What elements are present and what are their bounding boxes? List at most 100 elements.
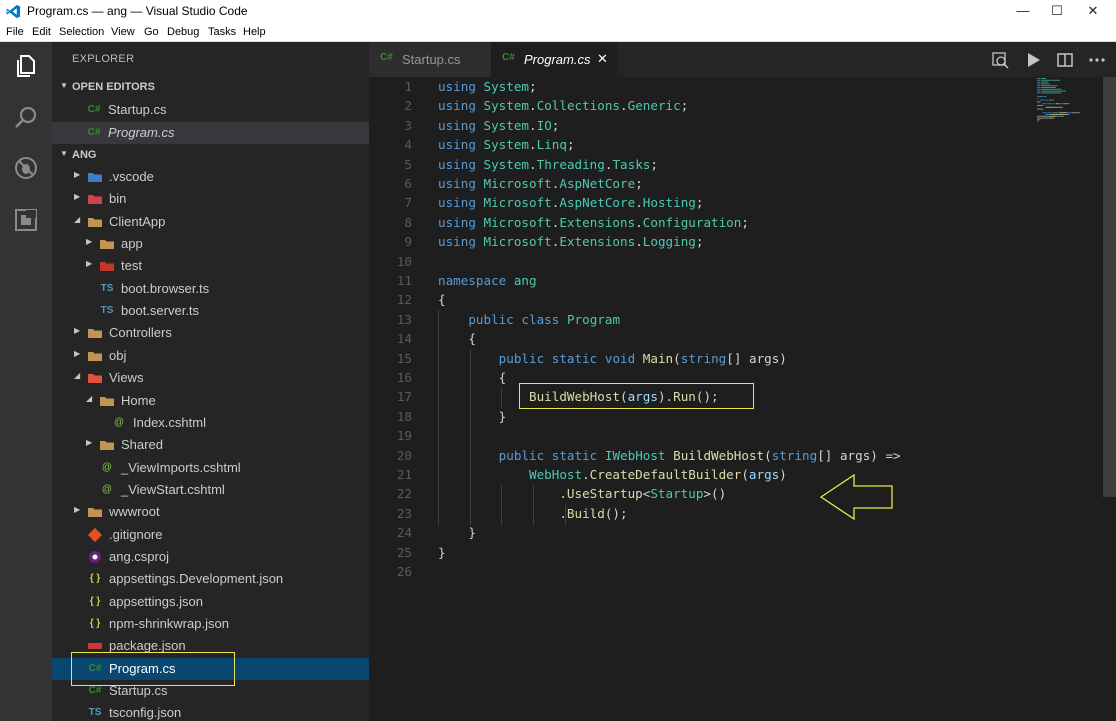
tree-item[interactable]: .gitignore (52, 524, 369, 546)
csharp-icon: C# (87, 127, 101, 138)
minimap-line (1060, 92, 1062, 94)
tree-item[interactable]: ▶ .vscode (52, 166, 369, 188)
menu-go[interactable]: Go (144, 26, 159, 38)
menu-help[interactable]: Help (243, 26, 266, 38)
files-explorer-icon[interactable] (12, 52, 40, 80)
minimap-line (1045, 79, 1047, 81)
tree-item[interactable]: { } appsettings.Development.json (52, 568, 369, 590)
minimap-line (1047, 103, 1052, 105)
code-token: class (521, 311, 560, 327)
tree-item[interactable]: @ _ViewImports.cshtml (52, 457, 369, 479)
tree-item-label: ang.csproj (109, 548, 169, 564)
open-editor-item[interactable]: C# Startup.cs (52, 99, 369, 121)
minimap-line (1060, 106, 1063, 108)
minimap-line (1065, 90, 1066, 92)
json-icon: { } (89, 573, 101, 585)
tab-program[interactable]: C# Program.cs ✕ (491, 42, 617, 77)
tree-item[interactable]: ▶ app (52, 233, 369, 255)
tree-item[interactable]: ◢ ClientApp (52, 211, 369, 233)
close-window-button[interactable]: ✕ (1070, 0, 1116, 23)
extensions-icon[interactable] (12, 206, 40, 234)
razor-icon: @ (101, 461, 113, 473)
open-editor-label: Program.cs (108, 125, 175, 140)
open-editors-header[interactable]: ▼ OPEN EDITORS (52, 76, 369, 98)
minimap-line (1047, 81, 1049, 83)
tree-item[interactable]: ◢ Views (52, 367, 369, 389)
code-token: Extensions (559, 234, 636, 250)
tree-item[interactable]: TS tsconfig.json (52, 702, 369, 721)
menu-edit[interactable]: Edit (32, 26, 51, 38)
code-token: BuildWebHost (673, 447, 765, 463)
minimap-line (1052, 85, 1054, 87)
run-icon[interactable] (1023, 50, 1043, 70)
annotation-highlight-box (519, 383, 754, 409)
chevron-right-icon: ▶ (74, 348, 81, 358)
minimap-line (1037, 117, 1049, 119)
minimap-line (1065, 114, 1069, 115)
tree-item[interactable]: ▶ obj (52, 345, 369, 367)
line-number: 3 (404, 117, 412, 133)
minimap-line (1072, 112, 1080, 114)
tree-item[interactable]: TS boot.server.ts (52, 300, 369, 322)
code-line: public static void Main(string[] args) (438, 349, 787, 368)
code-line: using Microsoft.Extensions.Configuration… (438, 213, 749, 232)
annotation-arrow-left-icon (819, 473, 893, 521)
tree-item[interactable]: @ Index.cshtml (52, 412, 369, 434)
menu-selection[interactable]: Selection (59, 26, 104, 38)
minimap-line (1037, 78, 1041, 79)
code-token: ; (695, 195, 704, 211)
tree-item[interactable]: ▶ test (52, 255, 369, 277)
close-icon[interactable]: ✕ (597, 51, 608, 67)
chevron-right-icon: ▶ (74, 326, 81, 336)
tree-item[interactable]: ▶ wwwroot (52, 501, 369, 523)
minimap-line (1037, 108, 1044, 110)
tree-item[interactable]: ▶ Controllers (52, 322, 369, 344)
tree-item-label: Index.cshtml (133, 414, 206, 430)
minimap-line (1037, 88, 1041, 90)
tree-item[interactable]: ◢ Home (52, 390, 369, 412)
test-folder-icon (99, 258, 115, 274)
split-editor-icon[interactable] (1055, 50, 1075, 70)
code-token: . (529, 117, 537, 133)
window-title: Program.cs — ang — Visual Studio Code (27, 4, 248, 18)
code-line: using Microsoft.Extensions.Logging; (438, 232, 703, 251)
tab-startup[interactable]: C# Startup.cs (369, 42, 491, 77)
code-token: Tasks (612, 156, 651, 172)
minimap-line (1055, 103, 1059, 105)
explorer-sidebar: EXPLORER ▼ OPEN EDITORS C# Startup.cs C#… (52, 42, 369, 721)
code-token: >() (703, 486, 727, 502)
tree-item[interactable]: ▶ bin (52, 188, 369, 210)
minimap[interactable] (1035, 77, 1095, 127)
menu-tasks[interactable]: Tasks (208, 26, 236, 38)
open-editor-item-active[interactable]: C# Program.cs (52, 122, 369, 144)
code-line: { (438, 290, 446, 309)
tree-item[interactable]: { } npm-shrinkwrap.json (52, 613, 369, 635)
tree-item[interactable]: ▶ Shared (52, 434, 369, 456)
more-actions-icon[interactable] (1087, 50, 1107, 70)
tree-item[interactable]: ang.csproj (52, 546, 369, 568)
tab-label: Startup.cs (402, 52, 461, 67)
menu-debug[interactable]: Debug (167, 26, 199, 38)
line-number: 21 (396, 467, 412, 482)
line-number: 24 (396, 525, 412, 541)
tree-item[interactable]: @ _ViewStart.cshtml (52, 479, 369, 501)
tree-item[interactable]: TS boot.browser.ts (52, 278, 369, 300)
tree-item-label: bin (109, 191, 127, 207)
vertical-scrollbar[interactable] (1103, 77, 1116, 497)
project-header[interactable]: ▼ ANG (52, 144, 369, 166)
bin-folder-icon (87, 191, 103, 207)
minimap-line (1041, 81, 1046, 83)
code-token: [] args) => (817, 447, 901, 463)
menu-view[interactable]: View (111, 26, 135, 38)
minimap-line (1055, 88, 1056, 90)
minimap-line (1057, 106, 1059, 108)
search-icon[interactable] (12, 104, 40, 132)
tree-item[interactable]: { } appsettings.json (52, 591, 369, 613)
debug-icon[interactable] (12, 154, 40, 182)
menu-file[interactable]: File (6, 26, 24, 38)
open-changes-icon[interactable] (990, 50, 1010, 70)
code-line: using System.Collections.Generic; (438, 96, 688, 115)
line-number: 14 (396, 331, 412, 347)
